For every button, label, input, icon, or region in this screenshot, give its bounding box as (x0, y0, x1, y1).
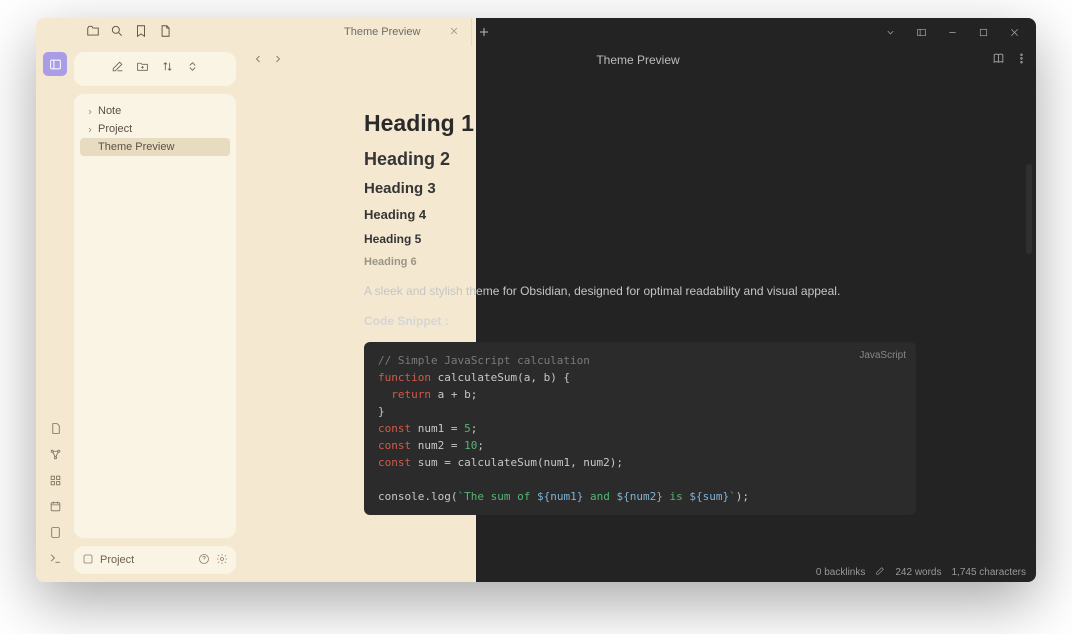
tab-label: Theme Preview (344, 26, 420, 38)
file-tree: Note Project Theme Preview (74, 94, 236, 538)
window-close-icon[interactable] (1000, 22, 1028, 42)
body-row: Note Project Theme Preview Project (36, 46, 1036, 582)
search-icon[interactable] (110, 24, 124, 41)
sidebar-footer: Project (74, 546, 236, 574)
breadcrumb: Theme Preview (292, 53, 984, 67)
new-tab-button[interactable] (472, 26, 496, 38)
collapse-icon[interactable] (186, 60, 199, 78)
code-snippet-label: Code Snippet : (364, 312, 916, 330)
sort-icon[interactable] (161, 60, 174, 78)
command-icon[interactable] (49, 552, 62, 570)
code-language-label: JavaScript (859, 348, 906, 364)
heading-6: Heading 6 (364, 256, 916, 268)
close-icon[interactable] (449, 26, 461, 38)
heading-2: Heading 2 (364, 149, 916, 170)
tree-item-theme-preview[interactable]: Theme Preview (80, 138, 230, 156)
code-line: // Simple JavaScript calculation (378, 354, 590, 367)
new-note-icon[interactable] (111, 60, 124, 78)
sidebar-toggle-icon[interactable] (907, 22, 935, 42)
new-folder-icon[interactable] (136, 60, 149, 78)
note-content[interactable]: Heading 1 Heading 2 Heading 3 Heading 4 … (244, 74, 1036, 562)
sidebar-toolbar (74, 52, 236, 86)
chevron-down-icon[interactable] (876, 22, 904, 42)
app-window: Theme Preview (36, 18, 1036, 582)
main-header-right (992, 52, 1028, 68)
main-header: Theme Preview (244, 46, 1036, 74)
minimize-icon[interactable] (938, 22, 966, 42)
tab-strip: Theme Preview (334, 18, 496, 46)
content-layer: Theme Preview (36, 18, 1036, 582)
titlebar-left-icons (36, 24, 172, 41)
quick-switcher-icon[interactable] (49, 422, 62, 440)
templates-icon[interactable] (49, 526, 62, 544)
main-editor: Theme Preview Heading 1 Heading 2 Headin… (244, 46, 1036, 582)
tree-item-project[interactable]: Project (80, 120, 230, 138)
scrollbar-indicator[interactable] (1026, 164, 1032, 254)
tree-item-label: Project (98, 123, 132, 135)
heading-4: Heading 4 (364, 207, 916, 222)
bookmark-icon[interactable] (134, 24, 148, 41)
folder-open-icon[interactable] (86, 24, 100, 41)
heading-1: Heading 1 (364, 110, 916, 137)
heading-3: Heading 3 (364, 180, 916, 197)
maximize-icon[interactable] (969, 22, 997, 42)
code-block: JavaScript // Simple JavaScript calculat… (364, 342, 916, 515)
help-icon[interactable] (198, 553, 210, 568)
ribbon (36, 46, 74, 582)
tree-item-label: Theme Preview (98, 141, 174, 153)
status-chars: 1,745 characters (952, 567, 1027, 578)
graph-icon[interactable] (49, 448, 62, 466)
vault-name: Project (100, 554, 134, 566)
vault-icon[interactable] (82, 553, 94, 568)
tab-theme-preview[interactable]: Theme Preview (334, 18, 472, 46)
heading-5: Heading 5 (364, 232, 916, 246)
settings-icon[interactable] (216, 553, 228, 568)
pencil-icon[interactable] (875, 566, 885, 579)
status-bar: 0 backlinks 242 words 1,745 characters (244, 562, 1036, 582)
chevron-right-icon (86, 107, 94, 115)
daily-note-icon[interactable] (49, 500, 62, 518)
file-icon[interactable] (158, 24, 172, 41)
status-backlinks[interactable]: 0 backlinks (816, 567, 865, 578)
intro-paragraph: A sleek and stylish theme for Obsidian, … (364, 282, 916, 300)
tree-item-label: Note (98, 105, 121, 117)
nav-back-icon[interactable] (252, 53, 264, 68)
ribbon-lower (49, 422, 62, 582)
nav-forward-icon[interactable] (272, 53, 284, 68)
ribbon-files-button[interactable] (43, 52, 67, 76)
titlebar: Theme Preview (36, 18, 1036, 46)
chevron-right-icon (86, 125, 94, 133)
reading-mode-icon[interactable] (992, 52, 1005, 68)
more-icon[interactable] (1015, 52, 1028, 68)
tree-item-note[interactable]: Note (80, 102, 230, 120)
canvas-icon[interactable] (49, 474, 62, 492)
status-words: 242 words (895, 567, 941, 578)
sidebar: Note Project Theme Preview Project (74, 46, 244, 582)
window-controls (876, 18, 1028, 46)
